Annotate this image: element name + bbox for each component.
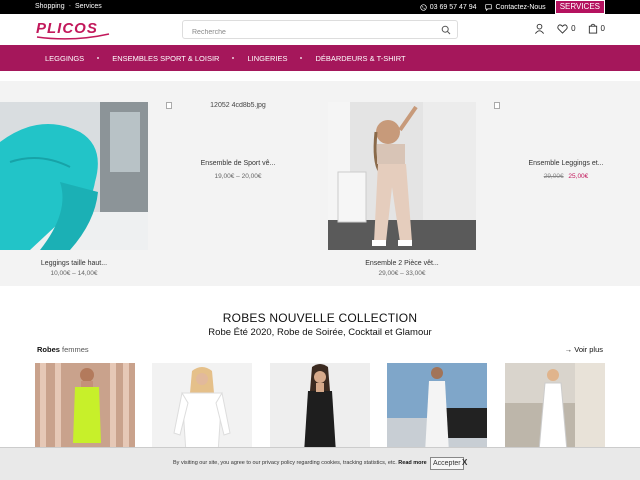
phone-link[interactable]: 03 69 57 47 94 [420, 3, 477, 11]
header-actions: 0 0 [534, 23, 605, 34]
shopping-bag-icon [588, 23, 597, 34]
dress-photo [505, 363, 605, 453]
category-label: Robes femmes [37, 345, 89, 354]
section-subtitle: Robe Été 2020, Robe de Soirée, Cocktail … [208, 327, 432, 338]
product-image[interactable]: Ensemble Leggings et... 29,00€ 25,00€ [492, 102, 640, 250]
product-price: 29,00€ 25,00€ [492, 173, 640, 180]
account-button[interactable] [534, 23, 545, 34]
site-header: PLICOS 0 0 [0, 14, 640, 45]
close-cookie-button[interactable]: X [462, 458, 467, 467]
nav-item-label: DÉBARDEURS & T-SHIRT [315, 53, 406, 63]
product-old-price: 29,00€ [543, 173, 564, 180]
nav-spacer [0, 71, 640, 81]
product-carousel: Leggings taille haut... 10,00€ – 14,00€ … [0, 81, 640, 286]
nav-item-leggings[interactable]: LEGGINGS [45, 54, 112, 63]
nav-item-label: LINGERIES [247, 53, 288, 63]
broken-image-icon [494, 102, 500, 109]
search-box [182, 20, 458, 41]
image-alt-text: 12052 4cd8b5.jpg [210, 102, 266, 109]
product-card[interactable]: Leggings taille haut... 10,00€ – 14,00€ [0, 102, 148, 277]
product-image[interactable] [328, 102, 476, 250]
product-card[interactable]: 12052 4cd8b5.jpg Ensemble de Sport vê...… [164, 102, 312, 250]
main-nav: LEGGINGS ENSEMBLES SPORT & LOISIR LINGER… [0, 45, 640, 71]
nav-item-label: ENSEMBLES SPORT & LOISIR [112, 53, 220, 63]
product-name[interactable]: Ensemble 2 Pièce vêt... [328, 260, 476, 267]
phone-icon [420, 3, 427, 11]
dress-thumbnail[interactable] [35, 363, 135, 453]
dress-thumbnail[interactable] [505, 363, 605, 453]
voir-plus-link[interactable]: → Voir plus [565, 345, 603, 354]
cookie-text: By visiting our site, you agree to our p… [173, 460, 397, 466]
dress-thumbnail[interactable] [270, 363, 370, 453]
cart-button[interactable]: 0 [588, 23, 605, 34]
search-icon[interactable] [441, 25, 451, 35]
product-image[interactable] [0, 102, 148, 250]
cookie-banner: By visiting our site, you agree to our p… [0, 447, 640, 480]
top-link-separator: - [68, 3, 71, 10]
wishlist-count: 0 [571, 24, 576, 33]
category-rest: femmes [62, 345, 89, 354]
section-title: ROBES NOUVELLE COLLECTION [222, 311, 418, 325]
product-name[interactable]: Ensemble de Sport vê... [164, 160, 312, 167]
shopping-link[interactable]: Shopping [35, 3, 65, 10]
dress-grid [35, 363, 605, 453]
dress-photo [270, 363, 370, 453]
dress-thumbnail[interactable] [152, 363, 252, 453]
dress-photo [35, 363, 135, 453]
plicos-logo[interactable]: PLICOS [35, 18, 111, 42]
nav-item-ensembles[interactable]: ENSEMBLES SPORT & LOISIR [112, 54, 247, 63]
product-price: 29,00€ – 33,00€ [328, 270, 476, 277]
chat-icon [485, 3, 493, 11]
nav-item-debardeurs[interactable]: DÉBARDEURS & T-SHIRT [315, 54, 405, 63]
user-icon [535, 23, 545, 34]
nav-separator [300, 57, 303, 59]
svg-text:PLICOS: PLICOS [36, 20, 98, 37]
services-link[interactable]: Services [75, 3, 102, 10]
nav-item-label: LEGGINGS [45, 53, 85, 63]
accept-cookies-button[interactable]: Accepter [430, 457, 464, 470]
product-price: 19,00€ – 20,00€ [214, 173, 262, 180]
product-price-value: 10,00€ – 14,00€ [50, 270, 98, 277]
product-name[interactable]: Leggings taille haut... [0, 260, 148, 267]
product-image[interactable]: 12052 4cd8b5.jpg Ensemble de Sport vê...… [164, 102, 312, 250]
broken-image-placeholder: 12052 4cd8b5.jpg [164, 102, 312, 109]
read-more-link[interactable]: Read more [398, 460, 426, 466]
product-card[interactable]: Ensemble 2 Pièce vêt... 29,00€ – 33,00€ [328, 102, 476, 277]
contact-label: Contactez-Nous [495, 3, 546, 11]
contact-link[interactable]: Contactez-Nous [485, 3, 546, 11]
top-contact: 03 69 57 47 94 Contactez-Nous SERVICES [420, 0, 605, 14]
product-price: 10,00€ – 14,00€ [0, 270, 148, 277]
nav-separator [232, 57, 235, 59]
top-links: Shopping - Services [35, 3, 102, 10]
dress-thumbnail[interactable] [387, 363, 487, 453]
nav-item-lingeries[interactable]: LINGERIES [247, 54, 315, 63]
phone-number: 03 69 57 47 94 [429, 3, 477, 11]
product-price-value: 29,00€ – 33,00€ [378, 270, 426, 277]
dress-photo [387, 363, 487, 453]
dress-photo [152, 363, 252, 453]
product-photo-leggings [0, 102, 148, 250]
services-button[interactable]: SERVICES [554, 0, 605, 14]
top-bar: Shopping - Services 03 69 57 47 94 Conta… [0, 0, 640, 14]
product-photo-ensemble [328, 102, 476, 250]
product-sale-price: 25,00€ [568, 173, 589, 180]
category-bold: Robes [37, 345, 60, 354]
product-card[interactable]: Ensemble Leggings et... 29,00€ 25,00€ [492, 102, 640, 250]
product-name[interactable]: Ensemble Leggings et... [492, 160, 640, 167]
heart-icon [557, 23, 568, 34]
cart-count: 0 [600, 24, 605, 33]
broken-image-icon [166, 102, 172, 109]
cookie-message: By visiting our site, you agree to our p… [173, 460, 427, 466]
wishlist-button[interactable]: 0 [557, 23, 576, 34]
search-input[interactable] [183, 24, 423, 41]
nav-separator [97, 57, 100, 59]
